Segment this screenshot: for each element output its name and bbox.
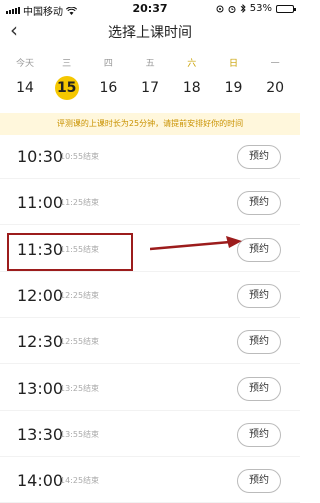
status-bar: 中国移动 20:37 53% [0,0,300,18]
date-item[interactable]: 16 [96,76,120,100]
weekday-label: 三 [62,59,72,69]
slot-end-time: 10:55结束 [60,152,100,161]
slot-start-time: 13:00 [17,378,64,398]
slot-end-time: 14:25结束 [60,476,100,486]
slot-start-time: 12:00 [17,285,64,305]
weekday-label: 五 [145,59,155,69]
slot-end-time: 13:55结束 [60,429,100,439]
date-item[interactable]: 17 [138,76,162,100]
weekday-row: 今天 三 四 五 六 日 一 [0,56,300,69]
date-row: 14 15 16 17 18 19 20 [0,76,300,100]
book-button[interactable]: 预约 [237,469,281,494]
book-button[interactable]: 预约 [237,191,281,216]
date-item[interactable]: 20 [263,76,287,100]
battery-percent: 53% [249,3,272,14]
book-button[interactable]: 预约 [237,145,281,169]
time-slot-row: 12:00 12:25结束 预约 [0,278,300,318]
slot-end-time: 12:55结束 [60,337,100,347]
slot-start-time: 11:00 [17,193,64,213]
bluetooth-icon [240,4,246,13]
book-button[interactable]: 预约 [237,422,281,447]
weekday-label: 日 [228,59,238,69]
time-slot-row: 14:00 14:25结束 预约 [0,463,300,503]
annotation-arrow-icon [150,236,242,251]
slot-start-time: 13:30 [17,424,64,444]
weekday-label: 一 [270,59,280,69]
battery-icon [276,4,296,13]
row-divider [0,363,300,365]
time-slot-row: 10:30 10:55结束 预约 [0,139,300,179]
slot-end-time: 11:25结束 [60,198,100,208]
slot-start-time: 14:00 [17,471,64,491]
weekday-label: 四 [103,59,113,69]
date-item[interactable]: 18 [180,76,204,100]
status-right: 53% [216,3,296,14]
slot-start-time: 10:30 [17,147,64,166]
date-item-selected[interactable]: 15 [54,76,79,100]
row-divider [0,409,300,411]
time-slot-row: 13:30 13:55结束 预约 [0,417,300,457]
row-divider [0,224,300,226]
weekday-label: 六 [187,59,197,69]
alarm-icon [228,5,236,13]
nav-bar: ‹ 选择上课时间 [0,18,300,44]
book-button[interactable]: 预约 [237,376,281,401]
date-item[interactable]: 19 [222,76,246,100]
book-button[interactable]: 预约 [237,283,281,308]
page-title: 选择上课时间 [108,25,192,41]
row-divider [0,455,300,457]
row-divider [0,316,300,318]
time-slot-row: 13:00 13:25结束 预约 [0,371,300,411]
duration-notice: 评测课的上课时长为25分钟，请提前安排好你的时间 [0,113,300,135]
location-icon [216,5,224,12]
slot-end-time: 13:25结束 [60,383,100,393]
annotation-highlight-box [7,233,133,271]
slot-start-time: 12:30 [17,332,64,352]
time-slot-row: 12:30 12:55结束 预约 [0,324,300,365]
book-button[interactable]: 预约 [237,330,281,355]
row-divider [0,178,300,179]
slot-end-time: 12:25结束 [60,290,100,300]
date-item[interactable]: 14 [13,76,37,100]
weekday-label: 今天 [15,59,34,69]
time-slot-row: 11:00 11:25结束 预约 [0,185,300,226]
